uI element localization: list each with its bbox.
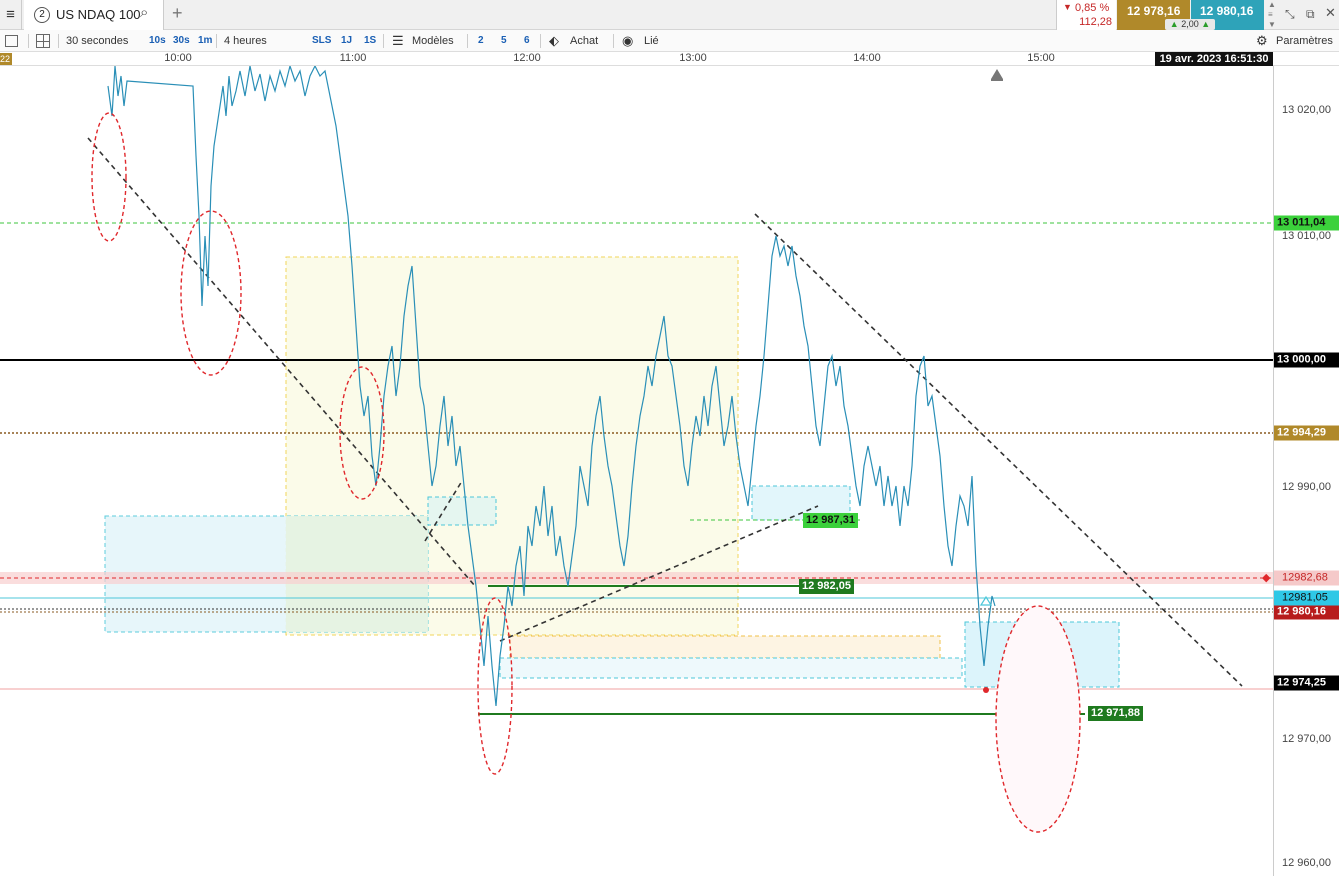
interval-10s[interactable]: 10s xyxy=(149,30,166,52)
search-icon[interactable]: ⌕ xyxy=(140,4,148,21)
eye-icon[interactable]: ◉ xyxy=(622,30,633,52)
range-1s[interactable]: 1S xyxy=(364,30,376,52)
alert-diamond-icon[interactable]: ◆ xyxy=(1262,571,1270,584)
price-label-12970: 12 970,00 xyxy=(1282,733,1331,745)
chart-toolbar: 30 secondes 10s 30s 1m 4 heures SLS 1J 1… xyxy=(0,30,1339,52)
cursor-marker-base xyxy=(991,79,1003,81)
grid-layout-icon[interactable] xyxy=(36,34,50,48)
chart-tab[interactable]: 2 US NDAQ 100 ⌕ xyxy=(24,0,164,30)
range-1j[interactable]: 1J xyxy=(341,30,352,52)
trend-down-right xyxy=(754,213,1243,687)
settings-button[interactable]: Paramètres xyxy=(1276,30,1333,52)
price-label-12990: 12 990,00 xyxy=(1282,481,1331,493)
ellipse-1 xyxy=(91,112,127,242)
linked-button[interactable]: Lié xyxy=(644,30,659,52)
change-box: ▼ 0,85 % 112,28 xyxy=(1056,0,1116,30)
tab-number-badge: 2 xyxy=(34,7,50,23)
price-label-12960: 12 960,00 xyxy=(1282,857,1331,869)
chart-tag-12982: 12 982,05 xyxy=(799,579,854,594)
panel-toggle-icon[interactable] xyxy=(5,35,18,47)
time-label-11: 11:00 xyxy=(339,52,367,64)
zone-cyan-thin xyxy=(499,657,963,679)
zone-cyan-small-1 xyxy=(427,496,497,526)
num-5[interactable]: 5 xyxy=(501,30,507,52)
chart-svg xyxy=(0,66,1273,833)
models-button[interactable]: Modèles xyxy=(412,30,454,52)
range-select[interactable]: 4 heures xyxy=(224,30,267,52)
interval-select[interactable]: 30 secondes xyxy=(66,30,128,52)
price-tag-13000: 13 000,00 xyxy=(1274,352,1339,368)
spread-up-icon: ▲ xyxy=(1169,19,1179,29)
settings-icon[interactable]: ⚙ xyxy=(1256,30,1268,52)
ellipse-2 xyxy=(180,210,242,376)
num-2[interactable]: 2 xyxy=(478,30,484,52)
low-dot xyxy=(983,687,989,693)
spread-up-icon-2: ▲ xyxy=(1201,19,1211,29)
range-sls[interactable]: SLS xyxy=(312,30,331,52)
price-tag-12994: 12 994,29 xyxy=(1274,425,1339,441)
close-icon[interactable]: ✕ xyxy=(1325,5,1336,21)
price-tag-12974: 12 974,25 xyxy=(1274,675,1339,691)
buy-icon[interactable]: ⬖ xyxy=(549,30,559,52)
ask-price: 12 980,16 xyxy=(1200,4,1254,18)
price-axis[interactable]: 13 020,00 13 010,00 12 990,00 12 970,00 … xyxy=(1262,66,1339,876)
cursor-marker xyxy=(991,69,1003,79)
price-tag-12981: 12981,05 xyxy=(1274,590,1339,606)
time-label-15: 15:00 xyxy=(1027,52,1055,64)
ellipse-5 xyxy=(995,605,1081,833)
price-tag-13011: 13 011,04 xyxy=(1274,215,1339,231)
change-down-icon: ▼ xyxy=(1063,2,1072,12)
chart-area[interactable]: 12 987,31 12 982,05 12 971,88 xyxy=(0,66,1273,876)
time-label-12: 12:00 xyxy=(513,52,541,64)
interval-1m[interactable]: 1m xyxy=(198,30,212,52)
buy-button[interactable]: Achat xyxy=(570,30,598,52)
scroll-arrows-icon[interactable]: ▲ ≡ ▼ xyxy=(1268,0,1278,30)
interval-30s[interactable]: 30s xyxy=(173,30,190,52)
tab-bar: ≡ 2 US NDAQ 100 ⌕ + ▼ 0,85 % 112,28 12 9… xyxy=(0,0,1339,30)
price-label-13010: 13 010,00 xyxy=(1282,230,1331,242)
time-label-10: 10:00 xyxy=(164,52,192,64)
time-left-stub: 22 xyxy=(0,53,12,65)
spread-badge: ▲ 2,00 ▲ xyxy=(1165,19,1215,30)
bid-price: 12 978,16 xyxy=(1127,4,1181,18)
time-label-14: 14:00 xyxy=(853,52,881,64)
chart-tag-12987: 12 987,31 xyxy=(803,513,858,528)
models-icon[interactable]: ☰ xyxy=(392,30,404,52)
zone-orange-thin xyxy=(509,635,941,659)
price-tag-12982: 12982,68 xyxy=(1274,570,1339,586)
tab-title: US NDAQ 100 xyxy=(56,7,141,22)
shrink-icon[interactable]: ⤡ xyxy=(1285,7,1295,22)
spread-value: 2,00 xyxy=(1181,19,1199,29)
cursor-date-tag: 19 avr. 2023 16:51:30 xyxy=(1155,52,1273,66)
add-tab-icon[interactable]: + xyxy=(172,3,183,24)
price-tag-12980: 12 980,16 xyxy=(1274,604,1339,620)
price-label-13020: 13 020,00 xyxy=(1282,104,1331,116)
change-pct: 0,85 % xyxy=(1075,2,1110,14)
chart-tag-12971: 12 971,88 xyxy=(1088,706,1143,721)
time-label-13: 13:00 xyxy=(679,52,707,64)
menu-icon[interactable]: ≡ xyxy=(0,0,22,30)
time-axis[interactable]: 22 10:00 11:00 12:00 13:00 14:00 15:00 1… xyxy=(0,52,1339,66)
num-6[interactable]: 6 xyxy=(524,30,530,52)
change-abs: 112,28 xyxy=(1079,16,1112,28)
popout-icon[interactable]: ⧉ xyxy=(1306,7,1315,22)
